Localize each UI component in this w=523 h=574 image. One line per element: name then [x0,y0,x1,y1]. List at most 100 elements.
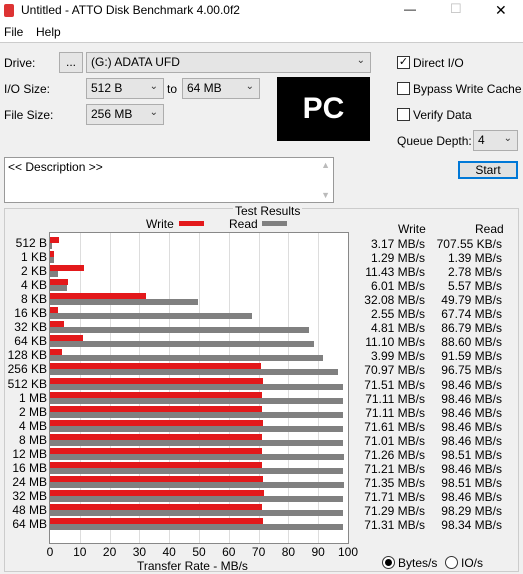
bypass-write-cache-label: Bypass Write Cache [413,82,522,96]
read-bar [50,313,252,320]
start-button[interactable]: Start [458,161,518,179]
scroll-up-icon[interactable]: ▲ [321,160,330,170]
write-value: 71.01 MB/s [364,433,425,448]
app-icon [4,4,14,17]
write-value: 71.26 MB/s [364,447,425,462]
write-value: 1.29 MB/s [370,251,425,266]
read-value: 1.39 MB/s [447,251,502,266]
read-bar [50,271,59,278]
verify-data-checkbox[interactable] [397,108,410,121]
x-tick-label: 80 [281,545,296,559]
read-bar [50,243,53,249]
write-value: 4.81 MB/s [370,321,425,336]
to-label: to [167,82,178,96]
x-tick-label: 70 [251,545,266,559]
x-tick-label: 10 [73,545,87,559]
read-bar [50,327,309,334]
menu-help[interactable]: Help [36,25,61,39]
write-value: 11.10 MB/s [365,335,425,350]
drive-select[interactable]: (G:) ADATA UFD ⌄ [86,52,371,73]
browse-button[interactable]: ... [59,52,83,73]
drive-label: Drive: [4,56,36,70]
queue-depth-select[interactable]: 4 ⌄ [473,130,518,151]
start-label: Start [475,163,501,177]
chevron-down-icon: ⌄ [245,81,254,92]
row-label: 512 B [15,236,47,250]
read-bar [50,285,67,292]
read-bar [50,467,344,474]
write-value: 71.31 MB/s [364,518,425,532]
legend-read-swatch [262,221,287,226]
read-column-header: Read [475,222,504,236]
write-value: 32.08 MB/s [364,293,425,308]
io-size-to-select[interactable]: 64 MB ⌄ [182,78,260,99]
x-tick-label: 40 [162,545,176,559]
row-label: 256 KB [7,362,47,377]
row-label: 16 KB [14,306,47,321]
write-value: 71.29 MB/s [364,503,425,518]
row-label: 24 MB [12,474,47,489]
read-bar [50,509,343,516]
read-value: 91.59 MB/s [441,349,502,364]
row-label: 512 KB [7,376,47,391]
row-label: 48 MB [12,502,47,517]
read-value: 67.74 MB/s [441,307,502,322]
maximize-button[interactable]: ☐ [450,1,462,17]
read-bar [50,299,199,306]
close-button[interactable]: ✕ [495,2,507,19]
minimize-button[interactable]: — [404,2,416,16]
browse-label: ... [65,55,76,69]
row-label: 64 KB [14,334,47,349]
x-tick-label: 0 [46,545,54,559]
write-value: 3.17 MB/s [370,237,425,251]
chevron-down-icon: ⌄ [503,133,512,144]
file-size-label: File Size: [4,108,54,122]
write-value: 71.71 MB/s [364,489,425,504]
row-label: 32 MB [12,488,47,503]
description-textarea[interactable]: << Description >> ▲ ▼ [4,157,334,203]
results-title: Test Results [233,204,303,218]
io-size-from-select[interactable]: 512 B ⌄ [86,78,164,99]
write-column-header: Write [398,222,426,236]
read-value: 88.60 MB/s [441,335,502,350]
legend-read-label: Read [229,217,258,231]
write-value: 2.55 MB/s [370,307,425,322]
row-label: 8 KB [20,292,47,307]
menu-file[interactable]: File [4,25,23,39]
io-radio[interactable] [445,556,458,569]
write-value: 6.01 MB/s [370,279,425,294]
read-value: 86.79 MB/s [441,321,502,336]
read-value: 98.51 MB/s [441,475,502,490]
write-value: 71.51 MB/s [364,377,425,392]
read-value: 98.46 MB/s [441,419,502,434]
read-bar [50,411,344,418]
direct-io-checkbox[interactable]: ✓ [397,56,410,69]
title-bar: Untitled - ATTO Disk Benchmark 4.00.0f2 … [0,0,523,22]
row-label: 1 MB [18,390,47,405]
row-label: 64 MB [12,517,47,531]
read-value: 98.46 MB/s [441,391,502,406]
row-label: 128 KB [7,348,47,363]
bypass-write-cache-checkbox[interactable] [397,82,410,95]
chevron-down-icon: ⌄ [149,107,158,118]
read-bar [50,453,344,460]
read-value: 98.51 MB/s [441,447,502,462]
read-bar [50,439,344,446]
io-radio-label: IO/s [461,556,484,570]
read-bar [50,481,344,488]
x-tick-label: 50 [192,545,206,559]
logo-text: PC [302,92,345,125]
logo: PC [277,77,370,141]
scroll-down-icon[interactable]: ▼ [321,190,330,200]
direct-io-label: Direct I/O [413,56,464,70]
write-value: 71.11 MB/s [365,405,425,420]
write-value: 3.99 MB/s [370,349,425,364]
row-label: 4 MB [18,418,47,433]
queue-depth-label: Queue Depth: [397,134,472,148]
file-size-select[interactable]: 256 MB ⌄ [86,104,164,125]
write-value: 71.21 MB/s [364,461,425,476]
file-size-value: 256 MB [91,107,133,121]
bytes-radio[interactable] [382,556,395,569]
row-label: 16 MB [12,460,47,475]
legend-write-label: Write [146,217,174,231]
